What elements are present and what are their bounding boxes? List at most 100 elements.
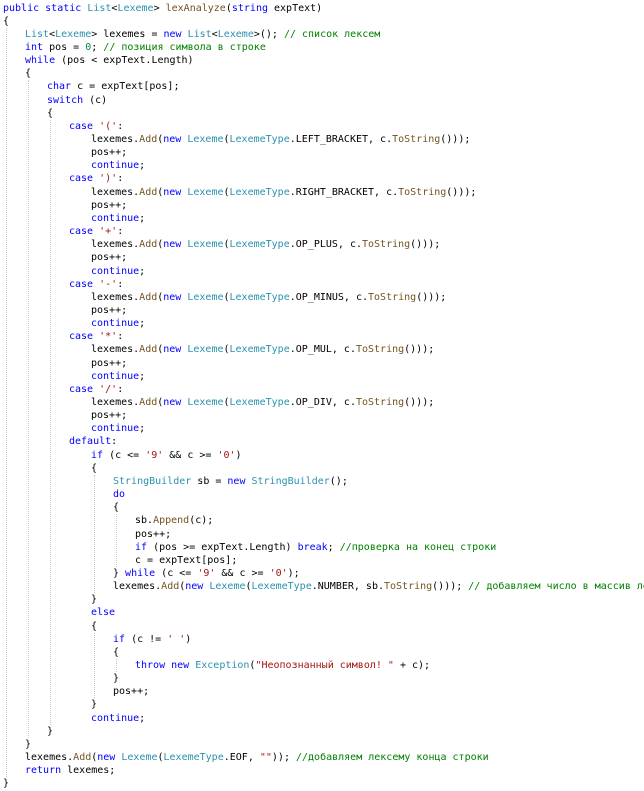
indent-guide-line — [94, 474, 95, 594]
code-token: + c); — [393, 660, 431, 671]
code-token: ) — [185, 633, 192, 645]
code-line: pos++; — [135, 528, 171, 541]
keyword-token: if — [113, 633, 126, 645]
method-token: Add — [139, 239, 158, 251]
code-line: if (c != ' ') — [113, 633, 191, 646]
keyword-token: while — [125, 567, 156, 579]
code-token: (pos < expText.Length) — [55, 55, 194, 67]
code-line: public static List<Lexeme> lexAnalyze(st… — [3, 2, 322, 15]
string-token: '0' — [269, 567, 288, 579]
code-token: .LEFT_BRACKET, c. — [289, 134, 393, 145]
keyword-token: switch — [47, 94, 84, 106]
code-line: { — [91, 462, 97, 475]
code-token: { — [25, 68, 32, 80]
code-token: sb. — [135, 515, 154, 527]
type-token: LexemeType — [229, 291, 290, 303]
code-token: ; — [139, 212, 146, 224]
type-token: Lexeme — [55, 28, 92, 40]
code-token: lexemes. — [91, 134, 140, 145]
code-line: lexemes.Add(new Lexeme(LexemeType.OP_MIN… — [91, 291, 446, 304]
code-line: } — [3, 777, 9, 790]
keyword-token: new — [163, 344, 182, 356]
string-token: '-' — [99, 278, 118, 290]
code-token: (c <= — [103, 449, 146, 461]
code-token: .RIGHT_BRACKET, c. — [289, 186, 399, 198]
keyword-token: continue — [91, 712, 140, 724]
indent-guide-line — [6, 27, 7, 778]
code-line: pos++; — [113, 685, 149, 698]
code-token: } — [91, 699, 98, 711]
code-token: } — [91, 594, 98, 606]
method-token: ToString — [392, 134, 441, 145]
code-editor[interactable]: public static List<Lexeme> lexAnalyze(st… — [0, 0, 644, 791]
indent-guide-line — [116, 514, 117, 567]
string-token: "" — [259, 752, 272, 764]
keyword-token: new — [163, 239, 182, 251]
code-line: continue; — [91, 712, 145, 725]
code-token: lexemes; — [61, 765, 116, 777]
type-token: Exception — [195, 660, 250, 671]
code-token: ; — [139, 318, 146, 330]
code-token: : — [117, 226, 124, 238]
type-token: List — [87, 2, 112, 14]
code-line: } — [47, 725, 53, 738]
code-line: lexemes.Add(new Lexeme(LexemeType.RIGHT_… — [91, 186, 476, 199]
keyword-token: new — [163, 186, 182, 198]
code-line: continue; — [91, 422, 145, 435]
code-token: pos++; — [135, 528, 172, 540]
code-token: : — [117, 278, 124, 290]
code-token: .OP_PLUS, c. — [289, 239, 362, 251]
code-token: : — [117, 173, 124, 185]
code-line: lexemes.Add(new Lexeme(LexemeType.OP_DIV… — [91, 396, 434, 409]
code-token: pos = — [43, 41, 86, 53]
code-token: c = expText[pos]; — [135, 554, 238, 566]
code-line: case '(': — [69, 120, 123, 133]
code-line: case '/': — [69, 383, 123, 396]
code-line: lexemes.Add(new Lexeme(LexemeType.OP_MUL… — [91, 343, 434, 356]
type-token: Lexeme — [209, 581, 246, 593]
keyword-token: public — [3, 2, 40, 14]
code-line: do — [113, 488, 125, 501]
keyword-token: case — [69, 383, 94, 395]
code-line: pos++; — [91, 251, 127, 264]
code-token: .OP_MINUS, c. — [289, 291, 369, 303]
keyword-token: else — [91, 607, 116, 619]
keyword-token: int — [25, 41, 44, 53]
comment-token: // список лексем — [283, 28, 381, 40]
type-token: StringBuilder — [113, 475, 192, 487]
string-token: ' ' — [167, 633, 186, 645]
code-token: pos++; — [91, 357, 128, 369]
code-token: && c >= — [163, 449, 218, 461]
type-token: LexemeType — [163, 752, 224, 764]
keyword-token: case — [69, 226, 94, 238]
code-line: if (c <= '9' && c >= '0') — [91, 449, 242, 462]
code-token: ; — [139, 160, 146, 172]
comment-token: //добавляем лексему конца строки — [296, 752, 489, 764]
method-token: ToString — [383, 581, 433, 593]
keyword-token: default — [69, 436, 112, 448]
code-line: { — [91, 620, 97, 633]
comment-token: //проверка на конец строки — [339, 541, 497, 553]
code-line: continue; — [91, 212, 145, 225]
code-token: : — [117, 383, 124, 395]
code-token: ())); — [404, 344, 435, 356]
code-token: lexemes. — [91, 186, 140, 198]
code-line: { — [25, 67, 31, 80]
code-line: } — [113, 672, 119, 685]
code-line: lexemes.Add(new Lexeme(LexemeType.EOF, "… — [25, 751, 489, 764]
keyword-token: new — [163, 28, 182, 40]
keyword-token: new — [97, 752, 116, 764]
code-line: pos++; — [91, 357, 127, 370]
code-token: ())); — [446, 186, 477, 198]
type-token: Lexeme — [187, 186, 224, 198]
type-token: LexemeType — [229, 397, 290, 408]
code-token: ())); — [404, 397, 435, 408]
code-line: pos++; — [91, 146, 127, 159]
code-token: lexemes. — [113, 581, 162, 593]
code-line: if (pos >= expText.Length) break; //пров… — [135, 541, 496, 554]
keyword-token: new — [163, 134, 182, 145]
keyword-token: case — [69, 173, 94, 185]
type-token: Lexeme — [187, 344, 224, 356]
code-line: else — [91, 606, 115, 619]
code-token: (pos >= expText.Length) — [147, 541, 298, 553]
